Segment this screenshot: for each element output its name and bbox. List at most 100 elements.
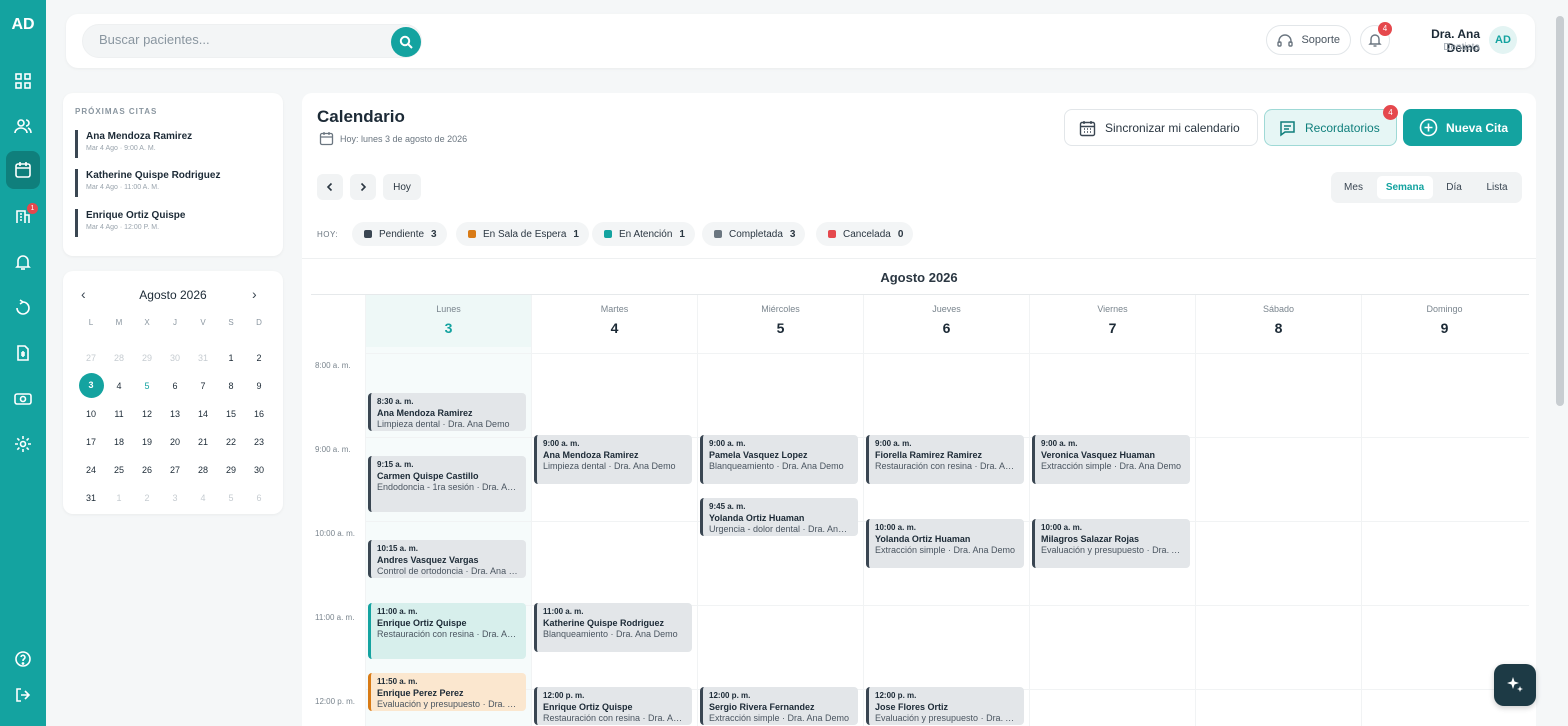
patients-icon[interactable] bbox=[9, 112, 37, 140]
mini-calendar-day[interactable]: 21 bbox=[189, 428, 217, 456]
mini-calendar-day[interactable]: 30 bbox=[161, 344, 189, 372]
mini-calendar-day[interactable]: 26 bbox=[133, 456, 161, 484]
mini-calendar-day[interactable]: 25 bbox=[105, 456, 133, 484]
day-column[interactable] bbox=[697, 347, 863, 726]
today-button[interactable]: Hoy bbox=[383, 174, 421, 200]
mini-calendar-day[interactable]: 28 bbox=[189, 456, 217, 484]
mini-calendar-day[interactable]: 24 bbox=[77, 456, 105, 484]
search-input[interactable] bbox=[99, 32, 379, 47]
mini-calendar-day[interactable]: 6 bbox=[161, 372, 189, 400]
mini-calendar-day[interactable]: 10 bbox=[77, 400, 105, 428]
legend-cancelled[interactable]: Cancelada 0 bbox=[816, 222, 914, 246]
calendar-icon[interactable] bbox=[6, 151, 40, 189]
mini-calendar-day[interactable]: 12 bbox=[133, 400, 161, 428]
mini-calendar-day[interactable]: 1 bbox=[217, 344, 245, 372]
mini-calendar-day[interactable]: 31 bbox=[77, 484, 105, 512]
mini-calendar-day[interactable]: 17 bbox=[77, 428, 105, 456]
mini-calendar-day[interactable]: 9 bbox=[245, 372, 273, 400]
invoice-icon[interactable] bbox=[9, 339, 37, 367]
logout-icon[interactable] bbox=[9, 681, 37, 709]
ai-assistant-button[interactable] bbox=[1494, 664, 1536, 706]
mini-calendar-day[interactable]: 2 bbox=[133, 484, 161, 512]
search-button[interactable] bbox=[391, 27, 421, 57]
appointment-event[interactable]: 9:00 a. m. Fiorella Ramirez Ramirez Restau… bbox=[866, 435, 1024, 485]
appointment-event[interactable]: 9:00 a. m. Veronica Vasquez Huaman Extracc… bbox=[1032, 435, 1190, 485]
mini-calendar-day[interactable]: 11 bbox=[105, 400, 133, 428]
appointment-event[interactable]: 11:00 a. m. Enrique Ortiz Quispe Restaurac… bbox=[368, 603, 526, 659]
appointment-event[interactable]: 12:00 p. m. Enrique Ortiz Quispe Restaurac… bbox=[534, 687, 692, 725]
mini-calendar-day[interactable]: 5 bbox=[217, 484, 245, 512]
mini-calendar-day[interactable]: 29 bbox=[133, 344, 161, 372]
mini-calendar-day[interactable]: 1 bbox=[105, 484, 133, 512]
mini-calendar-day[interactable]: 23 bbox=[245, 428, 273, 456]
appointment-event[interactable]: 11:50 a. m. Enrique Perez Perez Evaluación… bbox=[368, 672, 526, 711]
day-header[interactable]: Jueves 6 bbox=[863, 295, 1029, 347]
appointment-event[interactable]: 10:00 a. m. Yolanda Ortiz Huaman Extracció… bbox=[866, 519, 1024, 569]
payments-icon[interactable] bbox=[9, 385, 37, 413]
help-icon[interactable] bbox=[9, 645, 37, 673]
bell-alert-icon[interactable] bbox=[9, 248, 37, 276]
mini-calendar-day[interactable]: 22 bbox=[217, 428, 245, 456]
day-header[interactable]: Martes 4 bbox=[531, 295, 697, 347]
avatar[interactable]: AD bbox=[1489, 26, 1517, 54]
support-button[interactable]: Soporte bbox=[1266, 25, 1351, 55]
mini-calendar-day[interactable]: 28 bbox=[105, 344, 133, 372]
legend-completed[interactable]: Completada 3 bbox=[702, 222, 806, 246]
scrollbar[interactable] bbox=[1556, 16, 1564, 406]
mini-calendar-day[interactable]: 27 bbox=[161, 456, 189, 484]
day-header[interactable]: Domingo 9 bbox=[1361, 295, 1527, 347]
mini-calendar-day[interactable]: 8 bbox=[217, 372, 245, 400]
new-appointment-button[interactable]: Nueva Cita bbox=[1403, 109, 1522, 146]
settings-icon[interactable] bbox=[9, 430, 37, 458]
mini-calendar-day[interactable]: 4 bbox=[105, 372, 133, 400]
mini-calendar-day[interactable]: 5 bbox=[133, 372, 161, 400]
mini-calendar-day[interactable]: 19 bbox=[133, 428, 161, 456]
mini-calendar-day[interactable]: 7 bbox=[189, 372, 217, 400]
mini-calendar-next-icon[interactable]: › bbox=[252, 286, 257, 302]
reminders-button[interactable]: Recordatorios bbox=[1264, 109, 1397, 146]
appointment-event[interactable]: 12:00 p. m. Jose Flores Ortiz Evaluación y… bbox=[866, 687, 1024, 725]
mini-calendar-day[interactable]: 20 bbox=[161, 428, 189, 456]
mini-calendar-day[interactable]: 2 bbox=[245, 344, 273, 372]
appointment-event[interactable]: 10:15 a. m. Andres Vasquez Vargas Control … bbox=[368, 540, 526, 578]
mini-calendar-day[interactable]: 16 bbox=[245, 400, 273, 428]
appointment-event[interactable]: 9:15 a. m. Carmen Quispe Castillo Endodonc… bbox=[368, 456, 526, 512]
mini-calendar-day[interactable]: 14 bbox=[189, 400, 217, 428]
day-column[interactable] bbox=[1195, 347, 1361, 726]
view-month[interactable]: Mes bbox=[1335, 176, 1372, 199]
mini-calendar-day-selected[interactable]: 3 bbox=[78, 373, 104, 398]
mini-calendar-day[interactable]: 3 bbox=[161, 484, 189, 512]
history-icon[interactable] bbox=[9, 294, 37, 322]
mini-calendar-day[interactable]: 15 bbox=[217, 400, 245, 428]
appointment-event[interactable]: 12:00 p. m. Sergio Rivera Fernandez Extrac… bbox=[700, 687, 858, 725]
sync-calendar-button[interactable]: Sincronizar mi calendario bbox=[1064, 109, 1258, 146]
appointment-event[interactable]: 11:00 a. m. Katherine Quispe Rodriguez Bla… bbox=[534, 603, 692, 653]
day-header[interactable]: Lunes 3 bbox=[365, 295, 531, 347]
mini-calendar-day[interactable]: 18 bbox=[105, 428, 133, 456]
legend-pending[interactable]: Pendiente 3 bbox=[352, 222, 447, 246]
mini-calendar-day[interactable]: 31 bbox=[189, 344, 217, 372]
day-header[interactable]: Miércoles 5 bbox=[697, 295, 863, 347]
day-header[interactable]: Sábado 8 bbox=[1195, 295, 1361, 347]
view-week[interactable]: Semana bbox=[1377, 176, 1433, 199]
dashboard-icon[interactable] bbox=[9, 67, 37, 95]
upcoming-item[interactable]: Ana Mendoza Ramirez Mar 4 Ago · 9:00 A. … bbox=[75, 130, 192, 158]
appointment-event[interactable]: 8:30 a. m. Ana Mendoza Ramirez Limpieza de… bbox=[368, 393, 526, 431]
legend-attending[interactable]: En Atención 1 bbox=[592, 222, 695, 246]
legend-waiting[interactable]: En Sala de Espera 1 bbox=[456, 222, 589, 246]
upcoming-item[interactable]: Enrique Ortiz Quispe Mar 4 Ago · 12:00 P… bbox=[75, 209, 185, 237]
mini-calendar-day[interactable]: 29 bbox=[217, 456, 245, 484]
upcoming-item[interactable]: Katherine Quispe Rodriguez Mar 4 Ago · 1… bbox=[75, 169, 220, 197]
mini-calendar-day[interactable]: 13 bbox=[161, 400, 189, 428]
app-logo[interactable]: AD bbox=[10, 14, 36, 40]
day-header[interactable]: Viernes 7 bbox=[1029, 295, 1195, 347]
mini-calendar-day[interactable]: 6 bbox=[245, 484, 273, 512]
day-column[interactable] bbox=[531, 347, 697, 726]
mini-calendar-day[interactable]: 4 bbox=[189, 484, 217, 512]
appointment-event[interactable]: 10:00 a. m. Milagros Salazar Rojas Evaluac… bbox=[1032, 519, 1190, 569]
appointment-event[interactable]: 9:00 a. m. Ana Mendoza Ramirez Limpieza de… bbox=[534, 435, 692, 485]
view-day[interactable]: Día bbox=[1437, 176, 1471, 199]
prev-week-button[interactable] bbox=[317, 174, 343, 200]
appointment-event[interactable]: 9:45 a. m. Yolanda Ortiz Huaman Urgencia -… bbox=[700, 498, 858, 536]
appointment-event[interactable]: 9:00 a. m. Pamela Vasquez Lopez Blanqueami… bbox=[700, 435, 858, 485]
